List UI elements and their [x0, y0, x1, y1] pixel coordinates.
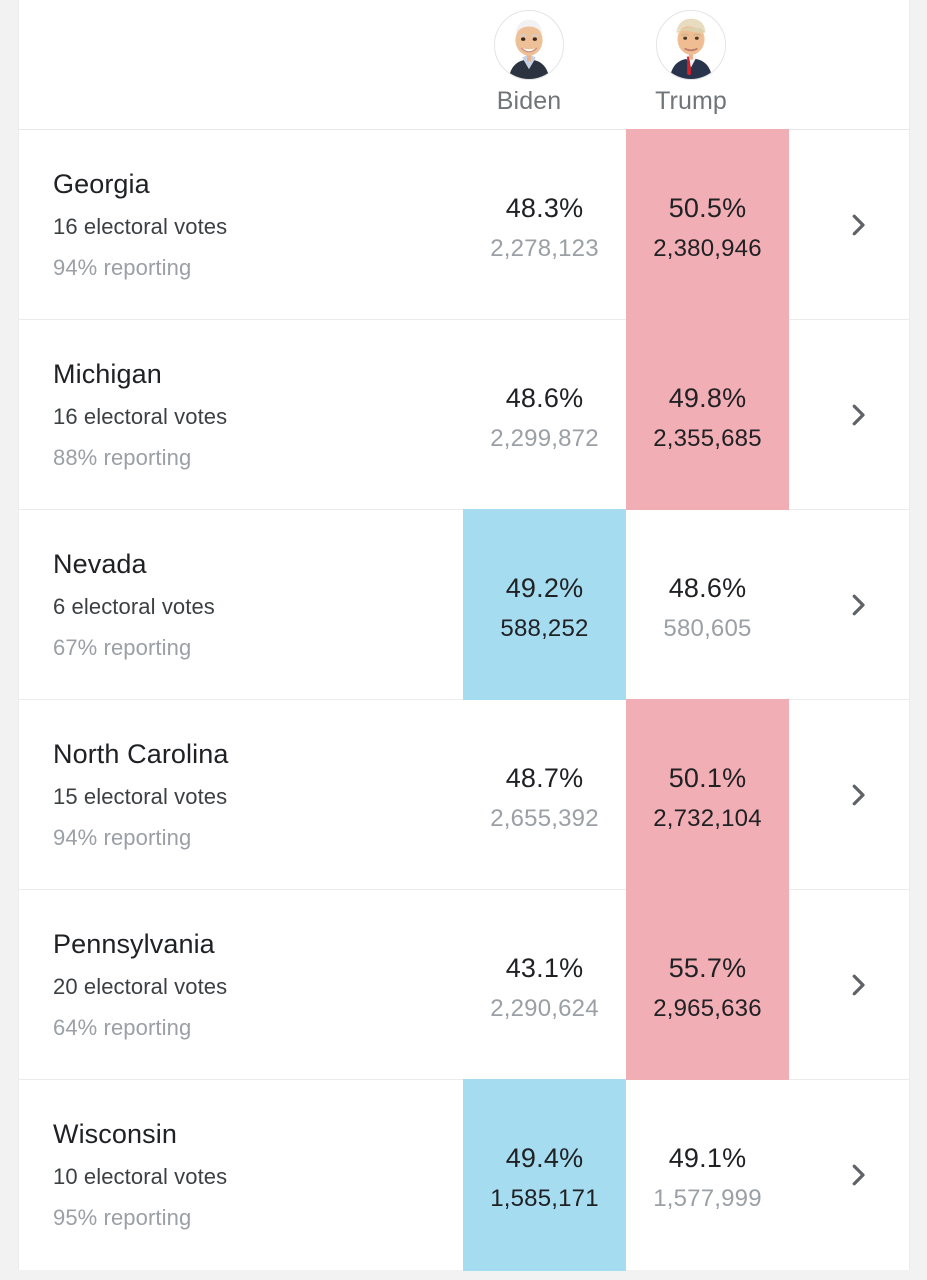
electoral-votes-label: 16 electoral votes: [53, 214, 228, 239]
trump-vote-count: 2,380,946: [653, 235, 762, 262]
candidate-column-trump: Trump: [626, 10, 756, 116]
state-info: Wisconsin 10 electoral votes 95% reporti…: [53, 1116, 227, 1234]
table-row-pennsylvania[interactable]: Pennsylvania 20 electoral votes 64% repo…: [19, 889, 909, 1080]
state-name: North Carolina: [53, 739, 229, 769]
electoral-votes-label: 10 electoral votes: [53, 1164, 228, 1189]
state-info: Georgia 16 electoral votes 94% reporting: [53, 166, 227, 284]
biden-percent: 48.6%: [505, 383, 584, 413]
table-row-wisconsin[interactable]: Wisconsin 10 electoral votes 95% reporti…: [19, 1079, 909, 1271]
result-cell-biden: 43.1% 2,290,624: [463, 950, 626, 1026]
biden-percent: 49.4%: [505, 1143, 584, 1173]
trump-percent: 55.7%: [668, 953, 747, 983]
reporting-percent-label: 67% reporting: [53, 635, 192, 660]
state-name: Wisconsin: [53, 1119, 177, 1149]
biden-percent: 49.2%: [505, 573, 584, 603]
results-card: Biden Trump Georgia 16 electoral votes 9…: [18, 0, 910, 1271]
biden-vote-count: 588,252: [500, 615, 589, 642]
state-name: Pennsylvania: [53, 929, 215, 959]
trump-vote-count: 2,732,104: [653, 805, 762, 832]
chevron-right-icon[interactable]: [843, 400, 873, 430]
reporting-percent-label: 64% reporting: [53, 1015, 192, 1040]
biden-percent: 43.1%: [505, 953, 584, 983]
trump-vote-count: 1,577,999: [653, 1185, 762, 1212]
trump-percent: 50.5%: [668, 193, 747, 223]
table-row-georgia[interactable]: Georgia 16 electoral votes 94% reporting…: [19, 129, 909, 320]
reporting-percent-label: 94% reporting: [53, 825, 192, 850]
election-results-page: Biden Trump Georgia 16 electoral votes 9…: [0, 0, 927, 1280]
chevron-right-icon[interactable]: [843, 1160, 873, 1190]
candidate-header: Biden Trump: [19, 0, 909, 130]
reporting-percent-label: 94% reporting: [53, 255, 192, 280]
chevron-right-icon[interactable]: [843, 210, 873, 240]
state-info: North Carolina 15 electoral votes 94% re…: [53, 736, 228, 854]
biden-vote-count: 2,655,392: [490, 805, 599, 832]
biden-percent: 48.3%: [505, 193, 584, 223]
result-cell-trump: 50.5% 2,380,946: [626, 190, 789, 266]
state-info: Pennsylvania 20 electoral votes 64% repo…: [53, 926, 227, 1044]
electoral-votes-label: 16 electoral votes: [53, 404, 228, 429]
biden-vote-count: 2,290,624: [490, 995, 599, 1022]
trump-percent: 49.8%: [668, 383, 747, 413]
table-row-michigan[interactable]: Michigan 16 electoral votes 88% reportin…: [19, 319, 909, 510]
table-row-north-carolina[interactable]: North Carolina 15 electoral votes 94% re…: [19, 699, 909, 890]
chevron-right-icon[interactable]: [843, 970, 873, 1000]
result-cell-biden: 48.6% 2,299,872: [463, 380, 626, 456]
state-name: Michigan: [53, 359, 162, 389]
chevron-right-icon[interactable]: [843, 780, 873, 810]
state-info: Michigan 16 electoral votes 88% reportin…: [53, 356, 227, 474]
result-cell-biden: 48.3% 2,278,123: [463, 190, 626, 266]
result-cell-biden: 49.2% 588,252: [463, 570, 626, 646]
trump-percent: 49.1%: [668, 1143, 747, 1173]
trump-avatar-icon: [656, 10, 726, 80]
biden-vote-count: 1,585,171: [490, 1185, 599, 1212]
biden-avatar-icon: [494, 10, 564, 80]
result-cell-biden: 49.4% 1,585,171: [463, 1140, 626, 1216]
table-row-nevada[interactable]: Nevada 6 electoral votes 67% reporting 4…: [19, 509, 909, 700]
candidate-name-biden: Biden: [496, 87, 562, 115]
result-cell-trump: 50.1% 2,732,104: [626, 760, 789, 836]
state-info: Nevada 6 electoral votes 67% reporting: [53, 546, 215, 664]
result-cell-trump: 49.1% 1,577,999: [626, 1140, 789, 1216]
state-name: Nevada: [53, 549, 147, 579]
result-cell-trump: 49.8% 2,355,685: [626, 380, 789, 456]
chevron-right-icon[interactable]: [843, 590, 873, 620]
trump-percent: 50.1%: [668, 763, 747, 793]
trump-vote-count: 2,355,685: [653, 425, 762, 452]
trump-vote-count: 580,605: [663, 615, 752, 642]
trump-vote-count: 2,965,636: [653, 995, 762, 1022]
candidate-column-biden: Biden: [464, 10, 594, 116]
reporting-percent-label: 95% reporting: [53, 1205, 192, 1230]
candidate-name-trump: Trump: [655, 87, 727, 115]
electoral-votes-label: 6 electoral votes: [53, 594, 215, 619]
result-cell-trump: 48.6% 580,605: [626, 570, 789, 646]
biden-percent: 48.7%: [505, 763, 584, 793]
result-cell-biden: 48.7% 2,655,392: [463, 760, 626, 836]
electoral-votes-label: 20 electoral votes: [53, 974, 228, 999]
trump-percent: 48.6%: [668, 573, 747, 603]
biden-vote-count: 2,278,123: [490, 235, 599, 262]
electoral-votes-label: 15 electoral votes: [53, 784, 228, 809]
state-name: Georgia: [53, 169, 150, 199]
result-cell-trump: 55.7% 2,965,636: [626, 950, 789, 1026]
biden-vote-count: 2,299,872: [490, 425, 599, 452]
state-rows-list: Georgia 16 electoral votes 94% reporting…: [19, 129, 909, 1271]
reporting-percent-label: 88% reporting: [53, 445, 192, 470]
